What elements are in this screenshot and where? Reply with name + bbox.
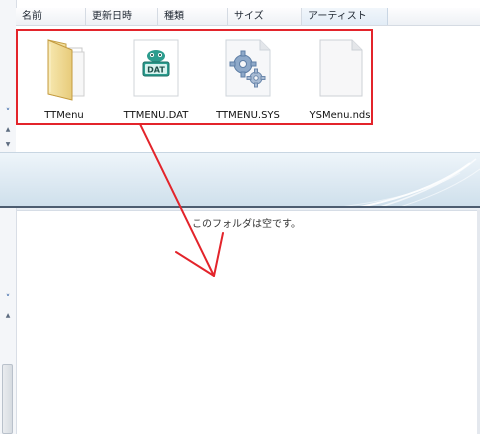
column-header-modified[interactable]: 更新日時 bbox=[86, 8, 158, 25]
file-item-ttmenu[interactable]: TTMenu bbox=[18, 32, 110, 124]
system-file-icon bbox=[220, 34, 276, 104]
source-folder-window[interactable]: ˅ ▲ ▼ 名前 更新日時 種類 サイズ アーティスト TTMenu DAT T… bbox=[0, 0, 480, 208]
file-label: TTMenu bbox=[44, 110, 84, 121]
chevron-down-icon[interactable]: ˅ bbox=[3, 294, 13, 304]
file-list[interactable]: TTMenu DAT TTMENU.DAT TTMENU.SYS YSMenu.… bbox=[16, 26, 480, 152]
chevron-down-icon[interactable]: ˅ bbox=[3, 108, 13, 118]
file-label: TTMENU.DAT bbox=[123, 110, 189, 121]
empty-folder-message: このフォルダは空です。 bbox=[192, 219, 301, 230]
file-label: TTMENU.SYS bbox=[216, 110, 280, 121]
column-header-bar: 名前 更新日時 種類 サイズ アーティスト bbox=[16, 8, 480, 26]
source-navigation-pane[interactable]: ˅ ▲ ▼ bbox=[0, 0, 17, 152]
column-header-name[interactable]: 名前 bbox=[16, 8, 86, 25]
folder-icon bbox=[36, 34, 92, 104]
scroll-up-arrow-icon[interactable]: ▲ bbox=[4, 312, 12, 320]
details-pane bbox=[0, 152, 480, 206]
screenshot-root: ˅ ▲ このフォルダは空です。 ˅ ▲ ▼ 名前 更新日時 種類 サイズ アーテ… bbox=[0, 0, 480, 434]
scroll-down-arrow-icon[interactable]: ▼ bbox=[4, 141, 12, 149]
file-item-ysmenu-nds[interactable]: YSMenu.nds bbox=[294, 32, 386, 124]
details-pane-swoosh bbox=[343, 158, 480, 206]
column-header-type[interactable]: 種類 bbox=[158, 8, 228, 25]
scrollbar-thumb[interactable] bbox=[2, 364, 13, 434]
file-item-ttmenu-sys[interactable]: TTMENU.SYS bbox=[202, 32, 294, 124]
blank-file-icon bbox=[312, 34, 368, 104]
target-navigation-pane[interactable]: ˅ ▲ bbox=[0, 196, 17, 434]
dat-file-icon: DAT bbox=[128, 34, 184, 104]
file-item-ttmenu-dat[interactable]: DAT TTMENU.DAT bbox=[110, 32, 202, 124]
column-header-artist[interactable]: アーティスト bbox=[302, 8, 388, 25]
target-folder-window[interactable]: ˅ ▲ bbox=[0, 196, 480, 434]
dat-badge-text: DAT bbox=[147, 66, 165, 75]
scroll-up-arrow-icon[interactable]: ▲ bbox=[4, 126, 12, 134]
file-label: YSMenu.nds bbox=[309, 110, 371, 121]
column-header-size[interactable]: サイズ bbox=[228, 8, 302, 25]
